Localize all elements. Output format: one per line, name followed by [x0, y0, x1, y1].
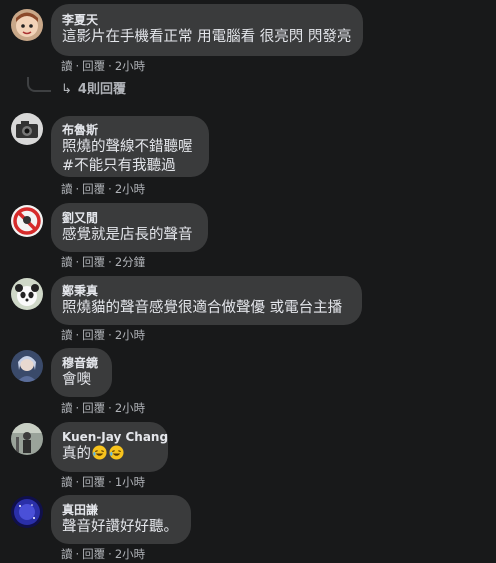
like-link[interactable]: 讀 [61, 401, 73, 415]
comment-text: 會噢 [62, 372, 91, 388]
like-link[interactable]: 讀 [61, 475, 73, 489]
separator: · [108, 255, 112, 269]
prohibition-sign-avatar-icon [11, 205, 43, 237]
avatar[interactable] [11, 278, 43, 310]
like-link[interactable]: 讀 [61, 547, 73, 561]
comment-actions: 讀 · 回覆 · 2小時 [61, 547, 145, 561]
comment-bubble: 李夏天 這影片在手機看正常 用電腦看 很亮閃 閃發亮 [51, 4, 364, 56]
comment-author[interactable]: 劉又閒 [62, 210, 196, 226]
comment-actions: 讀 · 回覆 · 2小時 [61, 182, 145, 196]
separator: · [75, 328, 80, 342]
reply-link[interactable]: 回覆 [82, 255, 105, 269]
reply-arrow-icon: ↳ [61, 82, 72, 97]
comment-text: 照燒的聲線不錯聽喔 [62, 139, 193, 155]
like-link[interactable]: 讀 [61, 255, 73, 269]
separator: · [75, 59, 80, 73]
laughing-emoji-icon [92, 445, 107, 460]
panda-avatar-icon [11, 278, 43, 310]
comment-author[interactable]: Kuen-Jay Chang [62, 429, 168, 445]
avatar[interactable] [11, 205, 43, 237]
comment-author[interactable]: 穆音鏡 [62, 355, 100, 371]
comment-text: #不能只有我聽過 [62, 158, 176, 174]
separator: · [75, 255, 80, 269]
camera-avatar-icon [11, 113, 43, 145]
separator: · [108, 182, 112, 196]
avatar[interactable] [11, 113, 43, 145]
comment-timestamp[interactable]: 2小時 [115, 401, 145, 415]
comment-text: 這影片在手機看正常 用電腦看 很亮閃 閃發亮 [62, 29, 352, 45]
separator: · [108, 59, 112, 73]
comment-text: 真的 [62, 445, 156, 464]
avatar[interactable] [11, 496, 43, 528]
comment-text: 感覺就是店長的聲音 [62, 227, 193, 243]
separator: · [75, 547, 80, 561]
figure-avatar-icon [11, 423, 43, 455]
separator: · [108, 328, 112, 342]
replies-count: 4則回覆 [77, 82, 126, 97]
thread-connector [27, 77, 51, 92]
comment-text-content: 真的 [62, 446, 91, 462]
view-replies-link[interactable]: ↳ 4則回覆 [61, 82, 126, 98]
comment-actions: 讀 · 回覆 · 2分鐘 [61, 255, 145, 269]
comment-bubble: 真田謙 聲音好讚好好聽。 [51, 495, 191, 544]
comment-timestamp[interactable]: 2小時 [115, 182, 145, 196]
comment-text: 聲音好讚好好聽。 [62, 519, 178, 535]
separator: · [75, 475, 80, 489]
comment-bubble: 鄭秉真 照燒貓的聲音感覺很適合做聲優 或電台主播 [51, 276, 362, 325]
separator: · [108, 401, 112, 415]
separator: · [108, 547, 112, 561]
comment-author[interactable]: 鄭秉真 [62, 283, 350, 299]
separator: · [75, 401, 80, 415]
comment-timestamp[interactable]: 2小時 [115, 59, 145, 73]
like-link[interactable]: 讀 [61, 59, 73, 73]
comment-actions: 讀 · 回覆 · 2小時 [61, 59, 145, 73]
separator: · [75, 182, 80, 196]
comment-author[interactable]: 真田謙 [62, 502, 179, 518]
night-sky-avatar-icon [11, 496, 43, 528]
reply-link[interactable]: 回覆 [82, 547, 105, 561]
anime-character-avatar-icon [11, 350, 43, 382]
comment-timestamp[interactable]: 1小時 [115, 475, 145, 489]
reply-link[interactable]: 回覆 [82, 475, 105, 489]
comment-timestamp[interactable]: 2小時 [115, 547, 145, 561]
comment-bubble: Kuen-Jay Chang 真的 [51, 422, 168, 472]
reply-link[interactable]: 回覆 [82, 401, 105, 415]
comment-actions: 讀 · 回覆 · 2小時 [61, 328, 145, 342]
comment-actions: 讀 · 回覆 · 1小時 [61, 475, 145, 489]
comment-author[interactable]: 布魯斯 [62, 122, 197, 138]
cartoon-face-avatar-icon [11, 9, 43, 41]
like-link[interactable]: 讀 [61, 182, 73, 196]
reply-link[interactable]: 回覆 [82, 328, 105, 342]
comment-timestamp[interactable]: 2小時 [115, 328, 145, 342]
separator: · [108, 475, 112, 489]
comment-timestamp[interactable]: 2分鐘 [115, 255, 145, 269]
comment-text: 照燒貓的聲音感覺很適合做聲優 或電台主播 [62, 300, 343, 316]
laughing-emoji-icon [109, 445, 124, 460]
comment-bubble: 劉又閒 感覺就是店長的聲音 [51, 203, 208, 252]
comment-bubble: 布魯斯 照燒的聲線不錯聽喔 #不能只有我聽過 [51, 116, 209, 177]
comment-author[interactable]: 李夏天 [62, 12, 351, 28]
avatar[interactable] [11, 350, 43, 382]
reply-link[interactable]: 回覆 [82, 182, 105, 196]
like-link[interactable]: 讀 [61, 328, 73, 342]
avatar[interactable] [11, 9, 43, 41]
comment-bubble: 穆音鏡 會噢 [51, 348, 112, 397]
reply-link[interactable]: 回覆 [82, 59, 105, 73]
comment-actions: 讀 · 回覆 · 2小時 [61, 401, 145, 415]
avatar[interactable] [11, 423, 43, 455]
